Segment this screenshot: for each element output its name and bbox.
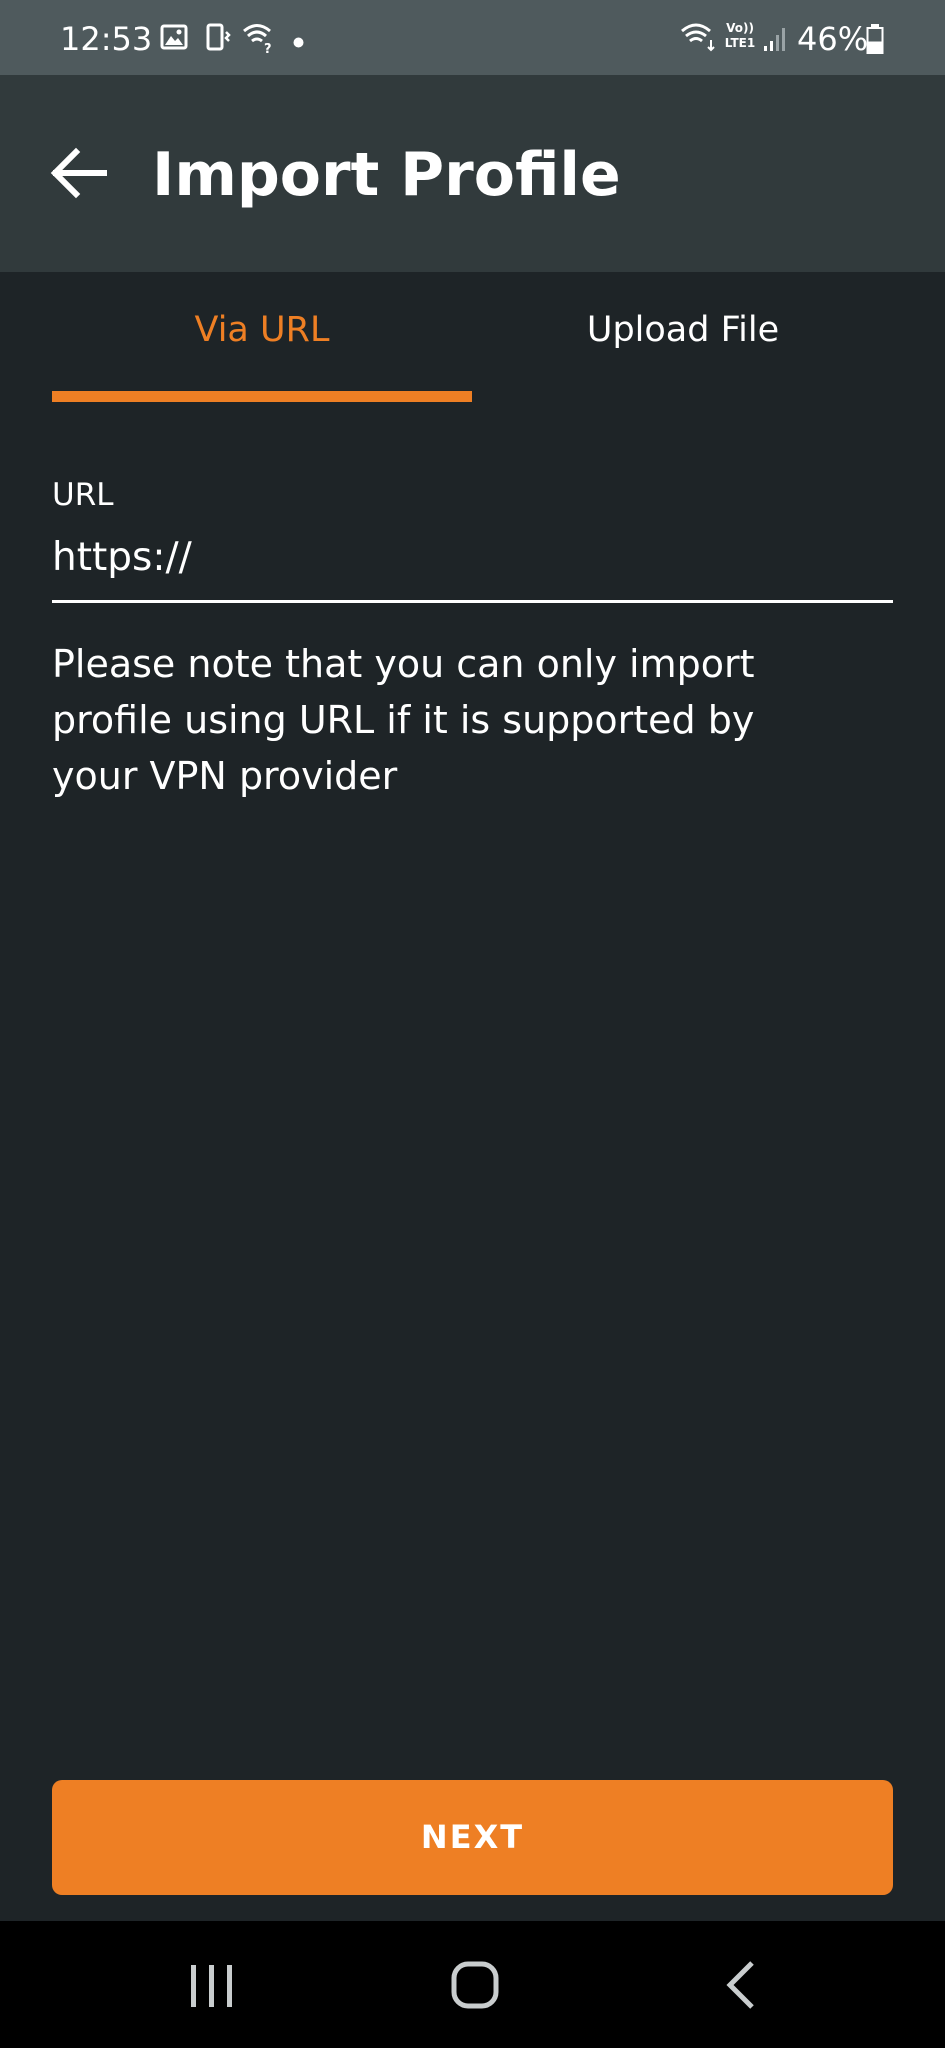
lte-label: LTE1 <box>724 36 756 50</box>
svg-text:?: ? <box>264 42 272 54</box>
notification-dot-icon <box>293 33 304 48</box>
next-button[interactable]: NEXT <box>52 1780 893 1895</box>
system-nav-bar <box>0 1921 945 2048</box>
phone-vibrate-icon <box>205 22 235 52</box>
status-time: 12:53 <box>60 20 153 58</box>
tab-upload-file-label: Upload File <box>586 310 780 350</box>
wifi-question-icon: ? <box>242 22 276 57</box>
url-field-underline <box>52 600 893 603</box>
page-title: Import Profile <box>152 140 621 210</box>
back-button[interactable] <box>36 131 120 215</box>
home-icon <box>451 1961 499 2009</box>
url-input[interactable] <box>52 526 893 588</box>
arrow-left-icon <box>50 147 107 199</box>
import-note: Please note that you can only import pro… <box>52 642 755 798</box>
wifi-icon <box>680 22 716 52</box>
tab-upload-file[interactable]: Upload File <box>473 272 893 402</box>
battery-icon <box>866 24 884 54</box>
back-chevron-icon <box>726 1961 754 2009</box>
status-bar: 12:53 ? Vo)) LTE1 46% <box>0 0 945 75</box>
battery-percent: 46% <box>797 20 869 58</box>
volte-label: Vo)) <box>726 21 754 35</box>
import-profile-screen: 12:53 ? Vo)) LTE1 46% Import Profile Via… <box>0 0 945 2048</box>
recent-apps-button[interactable] <box>161 1941 261 2031</box>
tab-via-url-label: Via URL <box>194 310 330 350</box>
tab-via-url[interactable]: Via URL <box>52 272 472 402</box>
nav-back-button[interactable] <box>690 1941 790 2031</box>
signal-icon <box>762 24 788 52</box>
recent-apps-icon <box>191 1965 232 2007</box>
url-field-label: URL <box>52 477 114 513</box>
next-button-label: NEXT <box>420 1818 525 1856</box>
gallery-icon <box>160 24 188 50</box>
tab-selected-indicator <box>52 391 472 402</box>
app-bar: Import Profile <box>0 75 945 272</box>
home-button[interactable] <box>425 1941 525 2031</box>
url-field: URL <box>52 470 893 604</box>
